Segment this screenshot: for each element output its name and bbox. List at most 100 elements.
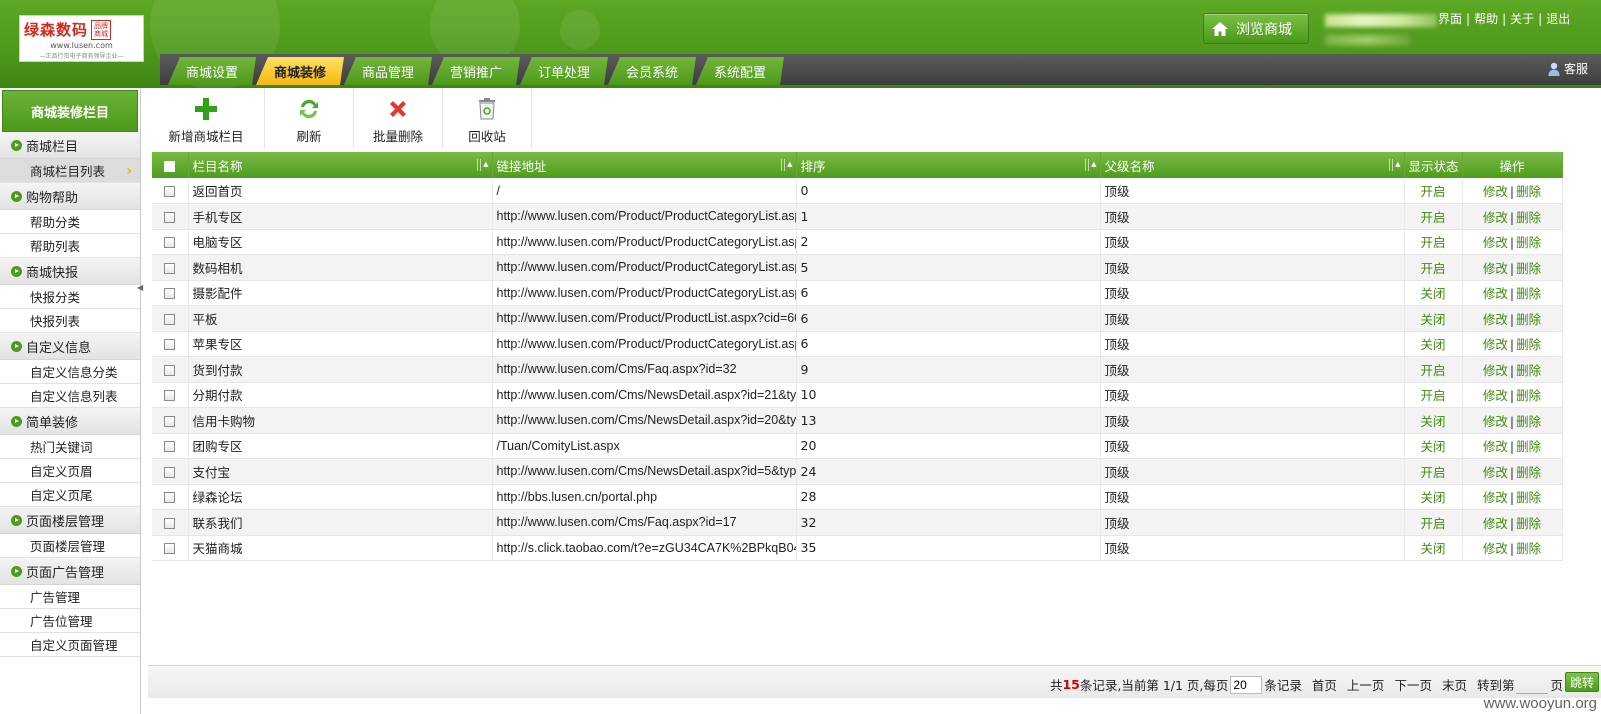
sidebar-group-floor-management[interactable]: 页面楼层管理 <box>0 507 140 534</box>
delete-link[interactable]: 删除 <box>1516 516 1541 531</box>
edit-link[interactable]: 修改 <box>1483 261 1508 276</box>
row-checkbox[interactable] <box>164 364 176 376</box>
row-checkbox[interactable] <box>164 517 176 529</box>
select-all-checkbox[interactable] <box>164 160 176 172</box>
delete-link[interactable]: 删除 <box>1516 184 1541 199</box>
row-checkbox[interactable] <box>164 466 176 478</box>
delete-link[interactable]: 删除 <box>1516 235 1541 250</box>
row-checkbox[interactable] <box>164 186 176 197</box>
pager-last-link[interactable]: 末页 <box>1442 675 1467 694</box>
sidebar-group-simple-decoration[interactable]: 简单装修 <box>0 408 140 435</box>
add-column-button[interactable]: 新增商城栏目 <box>148 88 265 148</box>
row-checkbox[interactable] <box>164 211 176 223</box>
sidebar-collapse-icon[interactable]: ◀ <box>137 283 144 297</box>
column-header-url[interactable]: 链接地址 ▲ <box>492 152 797 178</box>
delete-link[interactable]: 删除 <box>1516 210 1541 225</box>
row-checkbox[interactable] <box>164 313 176 325</box>
sidebar-item-custom-info-list[interactable]: 自定义信息列表 <box>0 384 140 408</box>
sidebar-item-custom-header[interactable]: 自定义页眉 <box>0 459 140 483</box>
cell-status-toggle[interactable]: 关闭 <box>1404 407 1463 434</box>
cell-status-toggle[interactable]: 开启 <box>1404 178 1463 204</box>
delete-link[interactable]: 删除 <box>1516 337 1541 352</box>
sidebar-group-shopping-help[interactable]: 购物帮助 <box>0 183 140 210</box>
row-checkbox[interactable] <box>164 492 176 504</box>
sidebar-group-custom-info[interactable]: 自定义信息 <box>0 333 140 360</box>
edit-link[interactable]: 修改 <box>1483 388 1508 403</box>
column-resize-handle[interactable] <box>780 159 785 171</box>
batch-delete-button[interactable]: 批量删除 <box>354 88 443 148</box>
page-size-input[interactable] <box>1230 675 1263 694</box>
delete-link[interactable]: 删除 <box>1516 363 1541 378</box>
browse-store-button[interactable]: 浏览商城 <box>1203 13 1309 44</box>
edit-link[interactable]: 修改 <box>1483 439 1508 454</box>
customer-service-link[interactable]: 客服 <box>1548 60 1588 77</box>
edit-link[interactable]: 修改 <box>1483 210 1508 225</box>
cell-status-toggle[interactable]: 开启 <box>1404 356 1463 383</box>
goto-page-button[interactable]: 跳转 <box>1565 672 1599 692</box>
cell-status-toggle[interactable]: 开启 <box>1404 203 1463 230</box>
sidebar-item-news-list[interactable]: 快报列表 <box>0 309 140 333</box>
column-header-order[interactable]: 排序 ▲ <box>796 152 1101 178</box>
cell-status-toggle[interactable]: 开启 <box>1404 254 1463 281</box>
sidebar-item-custom-footer[interactable]: 自定义页尾 <box>0 483 140 507</box>
row-checkbox[interactable] <box>164 288 176 300</box>
edit-link[interactable]: 修改 <box>1483 541 1508 556</box>
sidebar-item-store-column-list[interactable]: 商城栏目列表 › <box>0 159 140 183</box>
sidebar-group-store-columns[interactable]: 商城栏目 <box>0 132 140 159</box>
delete-link[interactable]: 删除 <box>1516 465 1541 480</box>
cell-status-toggle[interactable]: 关闭 <box>1404 433 1463 459</box>
edit-link[interactable]: 修改 <box>1483 363 1508 378</box>
tab-store-settings[interactable]: 商城设置 <box>168 57 256 85</box>
edit-link[interactable]: 修改 <box>1483 465 1508 480</box>
row-checkbox[interactable] <box>164 543 176 555</box>
row-checkbox[interactable] <box>164 237 176 249</box>
tab-member-system[interactable]: 会员系统 <box>608 57 696 85</box>
cell-status-toggle[interactable]: 开启 <box>1404 382 1463 408</box>
row-checkbox[interactable] <box>164 390 176 402</box>
cell-status-toggle[interactable]: 关闭 <box>1404 535 1463 561</box>
cell-status-toggle[interactable]: 关闭 <box>1404 305 1463 332</box>
cell-status-toggle[interactable]: 关闭 <box>1404 331 1463 357</box>
edit-link[interactable]: 修改 <box>1483 286 1508 301</box>
sidebar-group-store-news[interactable]: 商城快报 <box>0 258 140 285</box>
edit-link[interactable]: 修改 <box>1483 235 1508 250</box>
refresh-button[interactable]: 刷新 <box>265 88 354 148</box>
column-header-name[interactable]: 栏目名称 ▲ <box>188 152 493 178</box>
row-checkbox[interactable] <box>164 262 176 274</box>
link-help[interactable]: 帮助 <box>1474 12 1498 26</box>
sidebar-item-ad-position-management[interactable]: 广告位管理 <box>0 609 140 633</box>
tab-product-management[interactable]: 商品管理 <box>344 57 432 85</box>
delete-link[interactable]: 删除 <box>1516 388 1541 403</box>
tab-order-processing[interactable]: 订单处理 <box>520 57 608 85</box>
link-about[interactable]: 关于 <box>1510 12 1534 26</box>
delete-link[interactable]: 删除 <box>1516 261 1541 276</box>
sidebar-item-custom-page-management[interactable]: 自定义页面管理 <box>0 633 140 657</box>
sidebar-item-news-category[interactable]: 快报分类 <box>0 285 140 309</box>
cell-status-toggle[interactable]: 关闭 <box>1404 280 1463 306</box>
cell-status-toggle[interactable]: 关闭 <box>1404 484 1463 510</box>
row-checkbox[interactable] <box>164 441 176 453</box>
column-header-parent[interactable]: 父级名称 ▲ <box>1100 152 1405 178</box>
column-resize-handle[interactable] <box>1084 159 1089 171</box>
column-resize-handle[interactable] <box>476 159 481 171</box>
sidebar-item-help-category[interactable]: 帮助分类 <box>0 210 140 234</box>
link-logout[interactable]: 退出 <box>1546 12 1570 26</box>
edit-link[interactable]: 修改 <box>1483 184 1508 199</box>
sidebar-item-custom-info-category[interactable]: 自定义信息分类 <box>0 360 140 384</box>
delete-link[interactable]: 删除 <box>1516 312 1541 327</box>
edit-link[interactable]: 修改 <box>1483 312 1508 327</box>
tab-system-config[interactable]: 系统配置 <box>696 57 784 85</box>
edit-link[interactable]: 修改 <box>1483 414 1508 429</box>
cell-status-toggle[interactable]: 开启 <box>1404 229 1463 255</box>
edit-link[interactable]: 修改 <box>1483 516 1508 531</box>
tab-marketing[interactable]: 营销推广 <box>432 57 520 85</box>
sidebar-group-ad-management[interactable]: 页面广告管理 <box>0 558 140 585</box>
goto-page-input[interactable] <box>1516 675 1549 694</box>
delete-link[interactable]: 删除 <box>1516 490 1541 505</box>
row-checkbox[interactable] <box>164 339 176 351</box>
pager-first-link[interactable]: 首页 <box>1312 675 1337 694</box>
sidebar-item-ad-management[interactable]: 广告管理 <box>0 585 140 609</box>
sidebar-item-help-list[interactable]: 帮助列表 <box>0 234 140 258</box>
delete-link[interactable]: 删除 <box>1516 286 1541 301</box>
edit-link[interactable]: 修改 <box>1483 490 1508 505</box>
